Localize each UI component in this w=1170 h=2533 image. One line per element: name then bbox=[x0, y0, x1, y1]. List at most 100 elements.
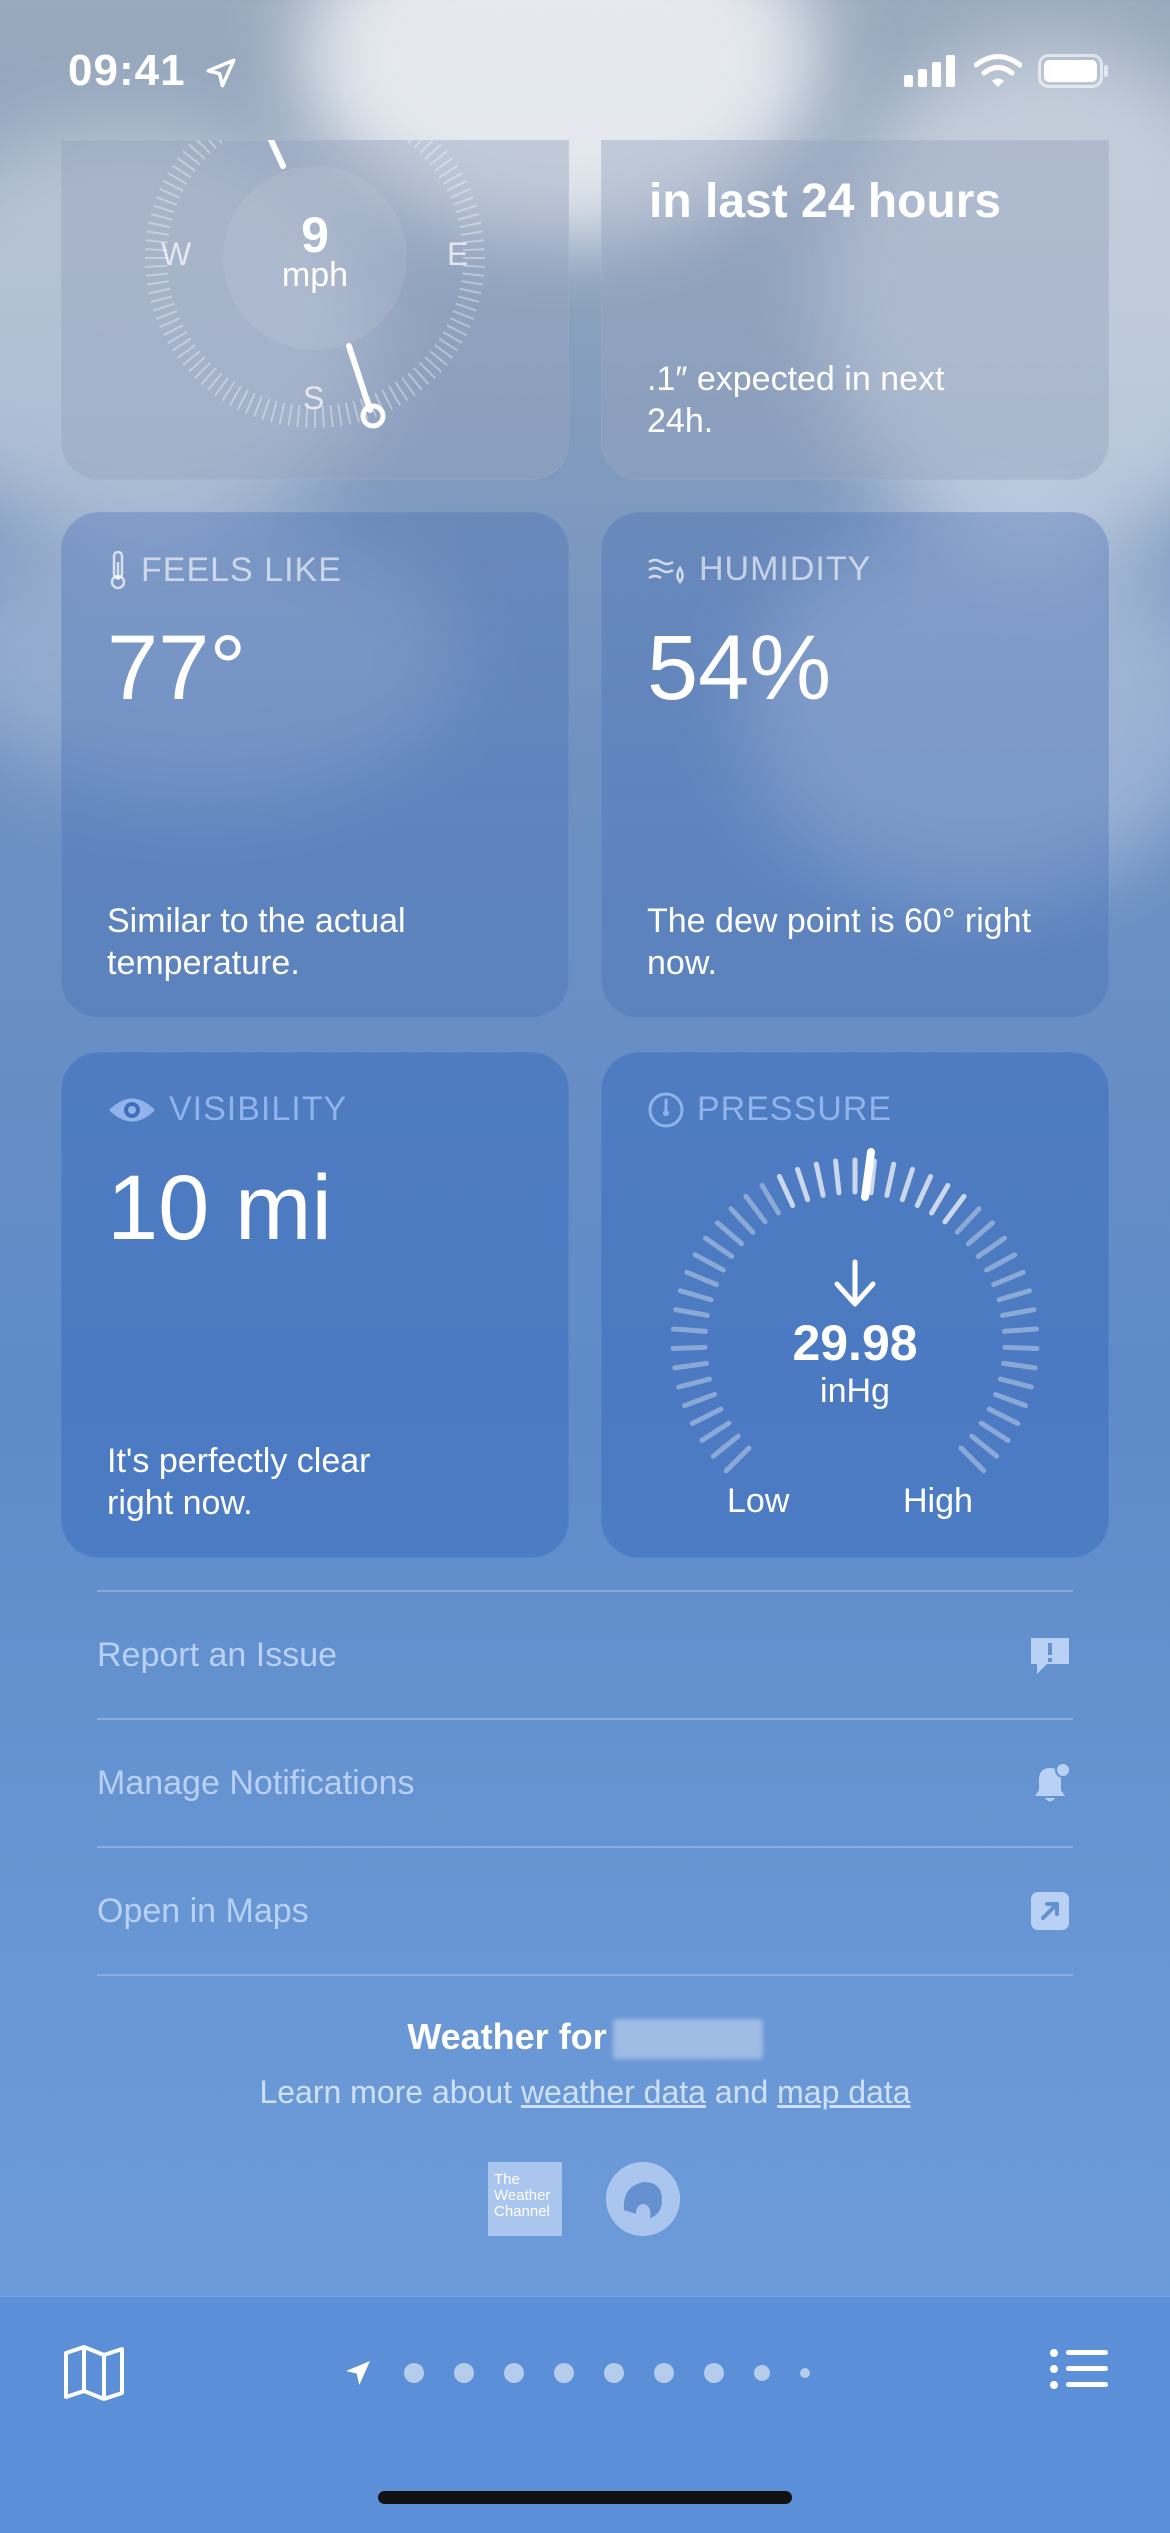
feels-like-value: 77° bbox=[107, 617, 247, 719]
compass-e: E bbox=[447, 236, 469, 272]
compass-tick bbox=[244, 392, 256, 414]
visibility-title: VISIBILITY bbox=[107, 1090, 347, 1129]
pressure-tick bbox=[692, 1252, 726, 1273]
learn-more-and: and bbox=[714, 2074, 769, 2110]
compass-tick bbox=[167, 172, 188, 185]
pressure-tick bbox=[699, 1420, 732, 1443]
precipitation-description: .1″ expected in next 24h. bbox=[647, 360, 945, 440]
pressure-tick bbox=[965, 1220, 996, 1247]
wifi-icon bbox=[974, 54, 1022, 87]
pressure-tick bbox=[978, 1420, 1011, 1443]
page-dot[interactable] bbox=[454, 2363, 474, 2383]
pressure-card[interactable]: PRESSURE 29.98 inHg Low High bbox=[601, 1052, 1109, 1558]
map-data-link[interactable]: map data bbox=[777, 2074, 910, 2110]
visibility-value: 10 mi bbox=[107, 1157, 332, 1259]
compass-tick bbox=[452, 310, 475, 320]
compass-tick bbox=[155, 310, 178, 320]
pressure-tick bbox=[795, 1166, 811, 1203]
thermometer-icon bbox=[110, 550, 126, 590]
manage-notifications-row[interactable]: Manage Notifications bbox=[97, 1718, 1073, 1846]
wind-compass bbox=[145, 140, 485, 429]
compass-tick bbox=[229, 385, 242, 406]
report-issue-label: Report an Issue bbox=[97, 1635, 338, 1674]
pressure-tick bbox=[975, 1235, 1007, 1259]
page-dot[interactable] bbox=[554, 2363, 574, 2383]
compass-tick bbox=[442, 172, 463, 185]
compass-tick bbox=[446, 324, 467, 337]
pressure-tick bbox=[954, 1206, 982, 1235]
home-indicator[interactable] bbox=[378, 2491, 792, 2504]
wind-unit: mph bbox=[281, 256, 349, 294]
eye-icon bbox=[109, 1098, 155, 1121]
compass-tick bbox=[438, 337, 459, 352]
compass-tick bbox=[352, 400, 360, 423]
precipitation-card[interactable]: in last 24 hours .1″ expected in next 24… bbox=[601, 140, 1109, 480]
compass-tick bbox=[329, 405, 334, 428]
pressure-tick bbox=[991, 1269, 1026, 1288]
page-dot[interactable] bbox=[404, 2363, 424, 2383]
report-bubble-icon bbox=[1027, 1632, 1073, 1678]
page-indicator[interactable] bbox=[342, 2357, 840, 2389]
pressure-tick bbox=[714, 1220, 745, 1247]
pressure-tick bbox=[710, 1433, 741, 1459]
compass-tick bbox=[155, 196, 178, 206]
page-dot[interactable] bbox=[504, 2363, 524, 2383]
visibility-card[interactable]: VISIBILITY 10 mi It's perfectly clear ri… bbox=[61, 1052, 569, 1558]
pressure-tick bbox=[703, 1235, 735, 1259]
location-list-icon[interactable] bbox=[1050, 2347, 1108, 2391]
pressure-tick bbox=[776, 1173, 796, 1209]
compass-tick bbox=[159, 187, 181, 199]
compass-w: W bbox=[161, 236, 192, 272]
pressure-tick bbox=[986, 1406, 1021, 1426]
compass-tick bbox=[457, 295, 480, 303]
pressure-tick bbox=[759, 1182, 781, 1216]
compass-tick bbox=[442, 331, 463, 344]
compass-s: S bbox=[303, 380, 325, 416]
the-weather-channel-logo[interactable]: The Weather Channel bbox=[488, 2162, 562, 2236]
weather-data-link[interactable]: weather data bbox=[521, 2074, 706, 2110]
feels-like-card[interactable]: FEELS LIKE 77° Similar to the actual tem… bbox=[61, 512, 569, 1018]
compass-tick bbox=[163, 324, 184, 337]
compass-tick bbox=[455, 302, 477, 312]
redacted-location bbox=[612, 2019, 763, 2060]
page-dot[interactable] bbox=[704, 2363, 724, 2383]
compass-tick bbox=[388, 385, 401, 406]
compass-tick bbox=[381, 389, 394, 410]
pressure-low: Low bbox=[727, 1482, 790, 1520]
bell-badge-icon bbox=[1027, 1760, 1073, 1806]
map-icon[interactable] bbox=[62, 2343, 126, 2403]
pressure-tick bbox=[958, 1445, 987, 1474]
wind-card[interactable]: 9 mph W E S bbox=[61, 140, 569, 480]
open-in-maps-label: Open in Maps bbox=[97, 1891, 309, 1930]
weather-for-title: Weather for bbox=[0, 2016, 1170, 2060]
compass-tick bbox=[167, 331, 188, 344]
current-location-page-icon[interactable] bbox=[342, 2357, 374, 2389]
page-dot[interactable] bbox=[800, 2368, 810, 2378]
pressure-high: High bbox=[903, 1482, 973, 1520]
pressure-tick bbox=[689, 1406, 724, 1426]
compass-tick bbox=[150, 295, 173, 303]
humidity-value: 54% bbox=[647, 617, 832, 719]
compass-tick bbox=[449, 317, 471, 329]
humidity-card[interactable]: HUMIDITY 54% The dew point is 60° right … bbox=[601, 512, 1109, 1018]
page-dot[interactable] bbox=[604, 2363, 624, 2383]
compass-tick bbox=[163, 179, 184, 192]
pressure-tick bbox=[813, 1161, 826, 1198]
meteo-elephant-logo[interactable] bbox=[606, 2162, 680, 2236]
report-issue-row[interactable]: Report an Issue bbox=[97, 1590, 1073, 1718]
humidity-title: HUMIDITY bbox=[647, 550, 871, 589]
compass-tick bbox=[171, 337, 192, 352]
compass-tick bbox=[221, 381, 236, 402]
compass-tick bbox=[452, 196, 475, 206]
pressure-tick bbox=[899, 1166, 915, 1203]
feels-like-label: FEELS LIKE bbox=[141, 550, 342, 589]
page-dot[interactable] bbox=[654, 2363, 674, 2383]
pressure-tick bbox=[914, 1173, 934, 1209]
pressure-unit: inHg bbox=[820, 1372, 890, 1410]
page-dot[interactable] bbox=[754, 2365, 770, 2381]
compass-tick bbox=[449, 187, 471, 199]
weather-for-label: Weather for bbox=[407, 2016, 607, 2057]
status-icons bbox=[904, 54, 1110, 88]
open-in-maps-row[interactable]: Open in Maps bbox=[97, 1846, 1073, 1976]
pressure-tick bbox=[743, 1193, 768, 1225]
